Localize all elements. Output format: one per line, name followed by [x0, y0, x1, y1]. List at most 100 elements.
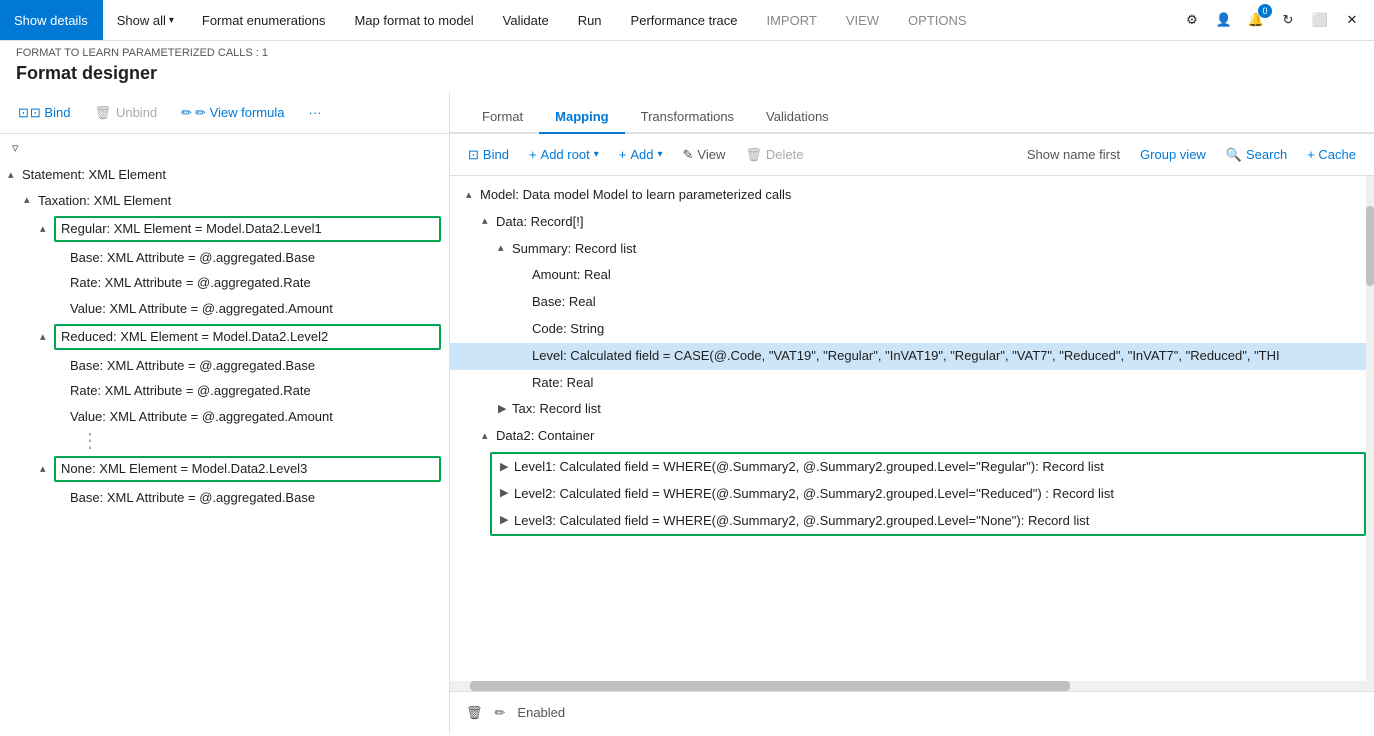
rtree-model[interactable]: ▴ Model: Data model Model to learn param… — [450, 182, 1374, 209]
collapse-arrow-icon: ▴ — [466, 187, 480, 205]
h-scrollbar-thumb[interactable] — [470, 681, 1070, 691]
tab-format[interactable]: Format — [466, 101, 539, 134]
rt-show-name-first-button[interactable]: Show name first — [1021, 144, 1126, 165]
tree-item-reduced-rate[interactable]: Rate: XML Attribute = @.aggregated.Rate — [0, 378, 449, 404]
unbind-button[interactable]: 🗑 Unbind — [88, 102, 163, 124]
nav-show-details[interactable]: Show details — [0, 0, 103, 40]
bottom-edit-button[interactable]: ✏ — [495, 705, 506, 721]
collapse-arrow-icon: ▴ — [498, 240, 512, 258]
left-toolbar: ⊡ ⊡ Bind 🗑 Unbind ✏ ✏ View formula ··· — [0, 92, 449, 134]
close-icon[interactable]: ✕ — [1338, 6, 1366, 34]
tree-item-regular[interactable]: ▴ Regular: XML Element = Model.Data2.Lev… — [0, 213, 449, 245]
tree-item-statement[interactable]: ▴ Statement: XML Element — [0, 162, 449, 188]
bind-icon: ⊡ — [468, 147, 479, 163]
nav-show-all[interactable]: Show all ▾ — [103, 0, 188, 40]
rtree-base[interactable]: Base: Real — [450, 289, 1374, 316]
rt-add-root-button[interactable]: + Add root ▾ — [523, 144, 605, 165]
collapse-arrow-icon: ▴ — [24, 192, 38, 209]
rt-view-button[interactable]: ✎ View — [676, 144, 731, 166]
rt-cache-button[interactable]: + Cache — [1301, 144, 1362, 165]
rtree-summary[interactable]: ▴ Summary: Record list — [450, 236, 1374, 263]
tab-mapping[interactable]: Mapping — [539, 101, 624, 134]
tree-item-regular-rate[interactable]: Rate: XML Attribute = @.aggregated.Rate — [0, 270, 449, 296]
horizontal-scrollbar[interactable] — [450, 681, 1374, 691]
nav-format-enumerations[interactable]: Format enumerations — [188, 0, 341, 40]
tab-validations[interactable]: Validations — [750, 101, 845, 134]
bind-button[interactable]: ⊡ ⊡ Bind — [12, 102, 76, 124]
rtree-amount[interactable]: Amount: Real — [450, 262, 1374, 289]
plus-icon: + — [529, 147, 537, 162]
refresh-icon[interactable]: ↻ — [1274, 6, 1302, 34]
rt-add-button[interactable]: + Add ▾ — [613, 144, 669, 165]
tree-item-reduced-value[interactable]: Value: XML Attribute = @.aggregated.Amou… — [0, 404, 449, 430]
status-badge: Enabled — [517, 705, 565, 720]
rtree-data2[interactable]: ▴ Data2: Container — [450, 423, 1374, 450]
expand-arrow-icon: ▶ — [498, 401, 512, 419]
nav-map-format-to-model[interactable]: Map format to model — [340, 0, 488, 40]
rt-delete-button[interactable]: 🗑 Delete — [739, 144, 809, 166]
expand-arrow-icon: ▶ — [500, 512, 514, 530]
rtree-tax[interactable]: ▶ Tax: Record list — [450, 396, 1374, 423]
nav-run[interactable]: Run — [564, 0, 617, 40]
chevron-down-icon: ▾ — [169, 15, 174, 26]
chevron-down-icon: ▾ — [594, 149, 599, 160]
search-icon: 🔍 — [1226, 147, 1242, 163]
right-tree: ▴ Model: Data model Model to learn param… — [450, 176, 1374, 681]
nav-performance-trace[interactable]: Performance trace — [617, 0, 753, 40]
settings-icon[interactable]: ⚙ — [1178, 6, 1206, 34]
left-tree: ▴ Statement: XML Element ▴ Taxation: XML… — [0, 156, 449, 733]
tree-item-reduced-base[interactable]: Base: XML Attribute = @.aggregated.Base — [0, 353, 449, 379]
restore-icon[interactable]: ⬜ — [1306, 6, 1334, 34]
trash-icon: 🗑 — [745, 147, 762, 163]
left-panel: ⊡ ⊡ Bind 🗑 Unbind ✏ ✏ View formula ··· ▿ — [0, 92, 450, 733]
rtree-level3[interactable]: ▶ Level3: Calculated field = WHERE(@.Sum… — [492, 508, 1364, 535]
collapse-arrow-icon: ▴ — [482, 213, 496, 231]
tabs-bar: Format Mapping Transformations Validatio… — [450, 92, 1374, 134]
expand-more-indicator: ⋮ — [0, 429, 449, 453]
vertical-scrollbar[interactable] — [1366, 176, 1374, 681]
view-formula-button[interactable]: ✏ ✏ View formula — [175, 102, 290, 124]
trash-icon: 🗑 — [466, 705, 483, 721]
tree-item-none[interactable]: ▴ None: XML Element = Model.Data2.Level3 — [0, 453, 449, 485]
rtree-level[interactable]: Level: Calculated field = CASE(@.Code, "… — [450, 343, 1374, 370]
rtree-level2[interactable]: ▶ Level2: Calculated field = WHERE(@.Sum… — [492, 481, 1364, 508]
bind-icon: ⊡ — [18, 105, 29, 121]
tree-item-regular-value[interactable]: Value: XML Attribute = @.aggregated.Amou… — [0, 296, 449, 322]
filter-icon: ▿ — [12, 140, 19, 156]
chevron-down-icon: ▾ — [657, 149, 662, 160]
rt-search-button[interactable]: 🔍 Search — [1220, 144, 1293, 166]
top-nav-icons: ⚙ 👤 🔔 0 ↻ ⬜ ✕ — [1170, 6, 1374, 34]
content-area: ⊡ ⊡ Bind 🗑 Unbind ✏ ✏ View formula ··· ▿ — [0, 92, 1374, 733]
right-toolbar: ⊡ Bind + Add root ▾ + Add ▾ ✎ View 🗑 Del… — [450, 134, 1374, 176]
nav-view[interactable]: VIEW — [832, 0, 894, 40]
nav-import[interactable]: IMPORT — [752, 0, 831, 40]
rtree-rate[interactable]: Rate: Real — [450, 370, 1374, 397]
eye-icon: ✎ — [682, 147, 693, 163]
collapse-arrow-icon: ▴ — [40, 461, 54, 478]
tree-item-reduced[interactable]: ▴ Reduced: XML Element = Model.Data2.Lev… — [0, 321, 449, 353]
tree-item-taxation[interactable]: ▴ Taxation: XML Element — [0, 188, 449, 214]
notifications-icon[interactable]: 🔔 0 — [1242, 6, 1270, 34]
rtree-code[interactable]: Code: String — [450, 316, 1374, 343]
tree-item-regular-base[interactable]: Base: XML Attribute = @.aggregated.Base — [0, 245, 449, 271]
tree-item-none-base[interactable]: Base: XML Attribute = @.aggregated.Base — [0, 485, 449, 511]
nav-options[interactable]: OPTIONS — [894, 0, 982, 40]
rt-bind-button[interactable]: ⊡ Bind — [462, 144, 515, 166]
bottom-delete-button[interactable]: 🗑 — [466, 705, 483, 721]
scrollbar-thumb[interactable] — [1366, 206, 1374, 286]
collapse-arrow-icon: ▴ — [8, 167, 22, 184]
more-button[interactable]: ··· — [302, 102, 327, 123]
bottom-bar: 🗑 ✏ Enabled — [450, 691, 1374, 733]
collapse-arrow-icon: ▴ — [40, 221, 54, 238]
breadcrumb: FORMAT TO LEARN PARAMETERIZED CALLS : 1 — [0, 41, 1374, 61]
rtree-data[interactable]: ▴ Data: Record[!] — [450, 209, 1374, 236]
tab-transformations[interactable]: Transformations — [625, 101, 750, 134]
expand-arrow-icon: ▶ — [500, 459, 514, 477]
nav-validate[interactable]: Validate — [489, 0, 564, 40]
collapse-arrow-icon: ▴ — [40, 329, 54, 346]
user-icon[interactable]: 👤 — [1210, 6, 1238, 34]
rtree-level1[interactable]: ▶ Level1: Calculated field = WHERE(@.Sum… — [492, 454, 1364, 481]
pencil-icon: ✏ — [495, 705, 506, 721]
rt-group-view-button[interactable]: Group view — [1134, 144, 1212, 165]
page-title: Format designer — [0, 61, 1374, 92]
